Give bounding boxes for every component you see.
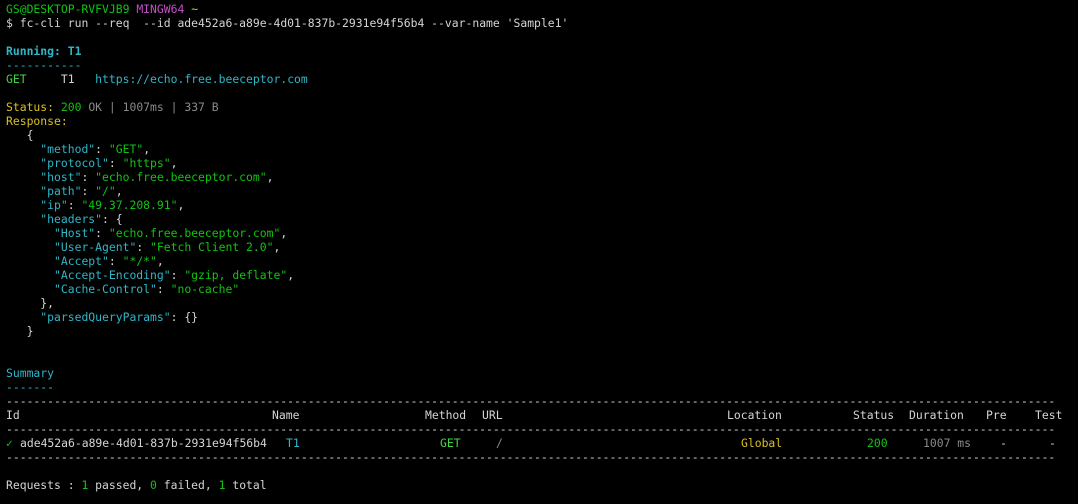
json-value: "/" bbox=[95, 184, 116, 198]
json-value: {} bbox=[184, 310, 199, 324]
json-value: "gzip, deflate" bbox=[184, 268, 288, 282]
json-line-method: "method": "GET", bbox=[40, 142, 151, 156]
json-key: "headers" bbox=[40, 212, 103, 226]
summary-underline: ------- bbox=[6, 380, 55, 394]
row-duration: 1007 ms bbox=[923, 436, 972, 450]
json-key: "User-Agent" bbox=[54, 240, 137, 254]
json-line-ip: "ip": "49.37.208.91", bbox=[40, 198, 185, 212]
col-header-test: Test bbox=[1035, 408, 1063, 422]
json-line-parsed-query: "parsedQueryParams": {} bbox=[40, 310, 199, 324]
col-header-name: Name bbox=[272, 408, 300, 422]
response-label: Response: bbox=[6, 114, 68, 128]
row-id: ade452a6-a89e-4d01-837b-2931e94f56b4 bbox=[20, 436, 267, 450]
brace: }, bbox=[40, 296, 55, 310]
summary-rule-top: ----------------------------------------… bbox=[6, 394, 1056, 408]
json-line-header-user-agent: "User-Agent": "Fetch Client 2.0", bbox=[54, 240, 281, 254]
prompt-line: GS@DESKTOP-RVFVJB9 MINGW64 ~ bbox=[6, 2, 198, 16]
json-value: "GET" bbox=[108, 142, 144, 156]
summary-rule-bottom: ----------------------------------------… bbox=[6, 450, 1056, 464]
passed-label: passed, bbox=[95, 478, 144, 492]
status-size: 337 B bbox=[184, 100, 219, 114]
col-header-id: Id bbox=[6, 408, 20, 422]
json-open-brace: { bbox=[6, 128, 34, 142]
json-line-header-cache: "Cache-Control": "no-cache" bbox=[54, 282, 240, 296]
status-text: OK bbox=[88, 100, 103, 114]
col-header-duration: Duration bbox=[909, 408, 964, 422]
request-name: T1 bbox=[60, 72, 75, 86]
json-line-header-encoding: "Accept-Encoding": "gzip, deflate", bbox=[54, 268, 295, 282]
json-value: "*/*" bbox=[122, 254, 157, 268]
json-key: "path" bbox=[40, 184, 82, 198]
json-key: "Accept" bbox=[54, 254, 109, 268]
json-key: "host" bbox=[40, 170, 82, 184]
total-label: total bbox=[232, 478, 267, 492]
status-separator: | bbox=[108, 100, 116, 114]
status-line: Status: 200 OK | 1007ms | 337 B bbox=[6, 100, 219, 114]
row-location: Global bbox=[741, 436, 783, 450]
row-url: / bbox=[496, 436, 503, 450]
request-line: GET T1 https://echo.free.beeceptor.com bbox=[6, 72, 308, 86]
row-status: 200 bbox=[867, 436, 888, 450]
terminal-window[interactable]: GS@DESKTOP-RVFVJB9 MINGW64 ~ $ fc-cli ru… bbox=[0, 0, 1078, 504]
pass-check-icon: ✓ bbox=[6, 436, 13, 450]
prompt-user-host: GS@DESKTOP-RVFVJB9 bbox=[6, 2, 130, 16]
prompt-path: ~ bbox=[191, 2, 199, 16]
json-value: "echo.free.beeceptor.com" bbox=[95, 170, 267, 184]
running-label: Running: T1 bbox=[6, 44, 82, 58]
summary-title: Summary bbox=[6, 366, 55, 380]
json-value: "Fetch Client 2.0" bbox=[150, 240, 274, 254]
row-test: - bbox=[1049, 436, 1056, 450]
json-key: "Accept-Encoding" bbox=[54, 268, 171, 282]
json-close-brace: } bbox=[6, 324, 34, 338]
json-value: "echo.free.beeceptor.com" bbox=[108, 226, 281, 240]
request-url: https://echo.free.beeceptor.com bbox=[95, 72, 308, 86]
row-name: T1 bbox=[286, 436, 300, 450]
command-text: fc-cli run --req --id ade452a6-a89e-4d01… bbox=[19, 16, 569, 30]
prompt-shell: MINGW64 bbox=[136, 2, 185, 16]
running-underline: ----------- bbox=[6, 58, 82, 72]
col-header-status: Status bbox=[853, 408, 895, 422]
col-header-pre: Pre bbox=[986, 408, 1007, 422]
request-method: GET bbox=[6, 72, 27, 86]
json-line-host: "host": "echo.free.beeceptor.com", bbox=[40, 170, 274, 184]
brace: } bbox=[26, 324, 34, 338]
col-header-method: Method bbox=[425, 408, 467, 422]
requests-label: Requests : bbox=[6, 478, 75, 492]
json-key: "parsedQueryParams" bbox=[40, 310, 171, 324]
json-line-header-host: "Host": "echo.free.beeceptor.com", bbox=[54, 226, 288, 240]
col-header-location: Location bbox=[727, 408, 782, 422]
json-value: "49.37.208.91" bbox=[81, 198, 178, 212]
json-key: "ip" bbox=[40, 198, 68, 212]
summary-rule-mid: ----------------------------------------… bbox=[6, 422, 1056, 436]
json-line-header-accept: "Accept": "*/*", bbox=[54, 254, 164, 268]
json-key: "Cache-Control" bbox=[54, 282, 157, 296]
json-value: "no-cache" bbox=[170, 282, 240, 296]
json-value: "https" bbox=[122, 156, 171, 170]
brace: { bbox=[26, 128, 34, 142]
failed-label: failed, bbox=[163, 478, 212, 492]
status-separator: | bbox=[170, 100, 178, 114]
json-headers-close: }, bbox=[6, 296, 54, 310]
json-key: "protocol" bbox=[40, 156, 109, 170]
json-line-path: "path": "/", bbox=[40, 184, 123, 198]
brace: { bbox=[115, 212, 123, 226]
col-header-url: URL bbox=[482, 408, 503, 422]
status-label: Status: bbox=[6, 100, 55, 114]
status-time: 1007ms bbox=[122, 100, 164, 114]
json-line-headers: "headers": { bbox=[40, 212, 123, 226]
command-line: $ fc-cli run --req --id ade452a6-a89e-4d… bbox=[6, 16, 568, 30]
json-key: "Host" bbox=[54, 226, 96, 240]
status-code: 200 bbox=[60, 100, 82, 114]
requests-summary: Requests : 1 passed, 0 failed, 1 total bbox=[6, 478, 267, 492]
json-line-protocol: "protocol": "https", bbox=[40, 156, 178, 170]
prompt-symbol: $ bbox=[6, 16, 13, 30]
total-count: 1 bbox=[218, 478, 226, 492]
failed-count: 0 bbox=[150, 478, 157, 492]
passed-count: 1 bbox=[81, 478, 89, 492]
json-key: "method" bbox=[40, 142, 96, 156]
row-pre: - bbox=[1000, 436, 1007, 450]
row-method: GET bbox=[440, 436, 461, 450]
